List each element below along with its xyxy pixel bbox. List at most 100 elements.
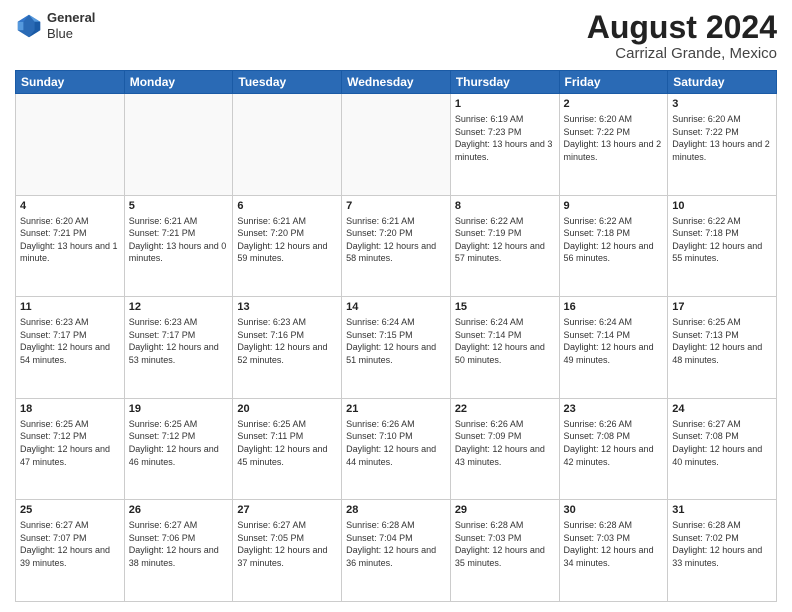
page: General Blue August 2024 Carrizal Grande…: [0, 0, 792, 612]
calendar-cell: [233, 94, 342, 196]
calendar-week-row: 25Sunrise: 6:27 AM Sunset: 7:07 PM Dayli…: [16, 500, 777, 602]
day-info: Sunrise: 6:24 AM Sunset: 7:14 PM Dayligh…: [564, 316, 664, 366]
header: General Blue August 2024 Carrizal Grande…: [15, 10, 777, 62]
day-number: 15: [455, 300, 555, 315]
calendar-cell: 27Sunrise: 6:27 AM Sunset: 7:05 PM Dayli…: [233, 500, 342, 602]
day-info: Sunrise: 6:25 AM Sunset: 7:12 PM Dayligh…: [20, 418, 120, 468]
calendar-cell: 31Sunrise: 6:28 AM Sunset: 7:02 PM Dayli…: [668, 500, 777, 602]
calendar-cell: 18Sunrise: 6:25 AM Sunset: 7:12 PM Dayli…: [16, 398, 125, 500]
day-info: Sunrise: 6:21 AM Sunset: 7:20 PM Dayligh…: [237, 215, 337, 265]
day-number: 5: [129, 199, 229, 214]
day-info: Sunrise: 6:25 AM Sunset: 7:13 PM Dayligh…: [672, 316, 772, 366]
calendar-week-row: 1Sunrise: 6:19 AM Sunset: 7:23 PM Daylig…: [16, 94, 777, 196]
day-info: Sunrise: 6:20 AM Sunset: 7:21 PM Dayligh…: [20, 215, 120, 265]
calendar-cell: 15Sunrise: 6:24 AM Sunset: 7:14 PM Dayli…: [450, 297, 559, 399]
day-number: 20: [237, 402, 337, 417]
day-info: Sunrise: 6:22 AM Sunset: 7:18 PM Dayligh…: [672, 215, 772, 265]
day-info: Sunrise: 6:25 AM Sunset: 7:11 PM Dayligh…: [237, 418, 337, 468]
weekday-header: Sunday: [16, 71, 125, 94]
day-number: 7: [346, 199, 446, 214]
calendar-cell: 19Sunrise: 6:25 AM Sunset: 7:12 PM Dayli…: [124, 398, 233, 500]
calendar-cell: 21Sunrise: 6:26 AM Sunset: 7:10 PM Dayli…: [342, 398, 451, 500]
calendar-table: SundayMondayTuesdayWednesdayThursdayFrid…: [15, 70, 777, 602]
day-info: Sunrise: 6:21 AM Sunset: 7:21 PM Dayligh…: [129, 215, 229, 265]
day-info: Sunrise: 6:23 AM Sunset: 7:16 PM Dayligh…: [237, 316, 337, 366]
logo-blue: Blue: [47, 26, 95, 42]
calendar-cell: 24Sunrise: 6:27 AM Sunset: 7:08 PM Dayli…: [668, 398, 777, 500]
calendar-cell: 29Sunrise: 6:28 AM Sunset: 7:03 PM Dayli…: [450, 500, 559, 602]
day-number: 16: [564, 300, 664, 315]
day-info: Sunrise: 6:22 AM Sunset: 7:18 PM Dayligh…: [564, 215, 664, 265]
calendar-cell: 6Sunrise: 6:21 AM Sunset: 7:20 PM Daylig…: [233, 195, 342, 297]
day-number: 3: [672, 97, 772, 112]
day-number: 25: [20, 503, 120, 518]
calendar-cell: 10Sunrise: 6:22 AM Sunset: 7:18 PM Dayli…: [668, 195, 777, 297]
day-number: 23: [564, 402, 664, 417]
day-info: Sunrise: 6:28 AM Sunset: 7:03 PM Dayligh…: [455, 519, 555, 569]
calendar-cell: 1Sunrise: 6:19 AM Sunset: 7:23 PM Daylig…: [450, 94, 559, 196]
calendar-cell: 3Sunrise: 6:20 AM Sunset: 7:22 PM Daylig…: [668, 94, 777, 196]
calendar-cell: 20Sunrise: 6:25 AM Sunset: 7:11 PM Dayli…: [233, 398, 342, 500]
day-info: Sunrise: 6:25 AM Sunset: 7:12 PM Dayligh…: [129, 418, 229, 468]
calendar-cell: 23Sunrise: 6:26 AM Sunset: 7:08 PM Dayli…: [559, 398, 668, 500]
calendar-cell: 5Sunrise: 6:21 AM Sunset: 7:21 PM Daylig…: [124, 195, 233, 297]
day-info: Sunrise: 6:26 AM Sunset: 7:08 PM Dayligh…: [564, 418, 664, 468]
day-number: 14: [346, 300, 446, 315]
calendar-cell: 8Sunrise: 6:22 AM Sunset: 7:19 PM Daylig…: [450, 195, 559, 297]
calendar-week-row: 11 Sunrise: 6:23 AM Sunset: 7:17 PM Dayli…: [16, 297, 777, 399]
calendar-cell: 16Sunrise: 6:24 AM Sunset: 7:14 PM Dayli…: [559, 297, 668, 399]
weekday-header: Tuesday: [233, 71, 342, 94]
calendar-cell: [124, 94, 233, 196]
day-info: Sunrise: 6:27 AM Sunset: 7:05 PM Dayligh…: [237, 519, 337, 569]
calendar-cell: 14Sunrise: 6:24 AM Sunset: 7:15 PM Dayli…: [342, 297, 451, 399]
day-info: Sunrise: 6:19 AM Sunset: 7:23 PM Dayligh…: [455, 113, 555, 163]
day-number: 21: [346, 402, 446, 417]
calendar-cell: 7Sunrise: 6:21 AM Sunset: 7:20 PM Daylig…: [342, 195, 451, 297]
day-info: Sunrise: 6:20 AM Sunset: 7:22 PM Dayligh…: [564, 113, 664, 163]
day-number: 12: [129, 300, 229, 315]
day-info: Sunrise: 6:24 AM Sunset: 7:15 PM Dayligh…: [346, 316, 446, 366]
logo-general: General: [47, 10, 95, 26]
day-info: Sunrise: 6:23 AM Sunset: 7:17 PM Dayligh…: [129, 316, 229, 366]
day-info: Sunrise: 6:20 AM Sunset: 7:22 PM Dayligh…: [672, 113, 772, 163]
calendar-cell: 11Sunrise: 6:23 AM Sunset: 7:17 PM Dayli…: [16, 297, 125, 399]
day-number: 13: [237, 300, 337, 315]
logo-icon: [15, 12, 43, 40]
calendar-cell: 25Sunrise: 6:27 AM Sunset: 7:07 PM Dayli…: [16, 500, 125, 602]
day-info: Sunrise: 6:26 AM Sunset: 7:09 PM Dayligh…: [455, 418, 555, 468]
day-info: Sunrise: 6:24 AM Sunset: 7:14 PM Dayligh…: [455, 316, 555, 366]
day-number: 1: [455, 97, 555, 112]
day-number: 22: [455, 402, 555, 417]
month-year: August 2024: [587, 10, 777, 45]
day-number: 27: [237, 503, 337, 518]
day-number: 9: [564, 199, 664, 214]
day-number: 31: [672, 503, 772, 518]
weekday-header: Friday: [559, 71, 668, 94]
day-number: 24: [672, 402, 772, 417]
logo: General Blue: [15, 10, 95, 41]
calendar-cell: [342, 94, 451, 196]
day-number: 6: [237, 199, 337, 214]
day-number: 29: [455, 503, 555, 518]
day-number: 4: [20, 199, 120, 214]
day-info: Sunrise: 6:22 AM Sunset: 7:19 PM Dayligh…: [455, 215, 555, 265]
day-number: 11: [20, 300, 120, 315]
day-info: Sunrise: 6:26 AM Sunset: 7:10 PM Dayligh…: [346, 418, 446, 468]
weekday-header: Thursday: [450, 71, 559, 94]
day-number: 30: [564, 503, 664, 518]
calendar-cell: 4Sunrise: 6:20 AM Sunset: 7:21 PM Daylig…: [16, 195, 125, 297]
day-number: 2: [564, 97, 664, 112]
day-number: 28: [346, 503, 446, 518]
calendar-cell: 2Sunrise: 6:20 AM Sunset: 7:22 PM Daylig…: [559, 94, 668, 196]
weekday-header: Saturday: [668, 71, 777, 94]
calendar-cell: [16, 94, 125, 196]
day-info: Sunrise: 6:28 AM Sunset: 7:02 PM Dayligh…: [672, 519, 772, 569]
day-number: 17: [672, 300, 772, 315]
day-info: Sunrise: 6:28 AM Sunset: 7:03 PM Dayligh…: [564, 519, 664, 569]
day-number: 8: [455, 199, 555, 214]
day-info: Sunrise: 6:27 AM Sunset: 7:06 PM Dayligh…: [129, 519, 229, 569]
calendar-week-row: 4Sunrise: 6:20 AM Sunset: 7:21 PM Daylig…: [16, 195, 777, 297]
day-info: Sunrise: 6:27 AM Sunset: 7:08 PM Dayligh…: [672, 418, 772, 468]
calendar-cell: 12Sunrise: 6:23 AM Sunset: 7:17 PM Dayli…: [124, 297, 233, 399]
calendar-cell: 9Sunrise: 6:22 AM Sunset: 7:18 PM Daylig…: [559, 195, 668, 297]
